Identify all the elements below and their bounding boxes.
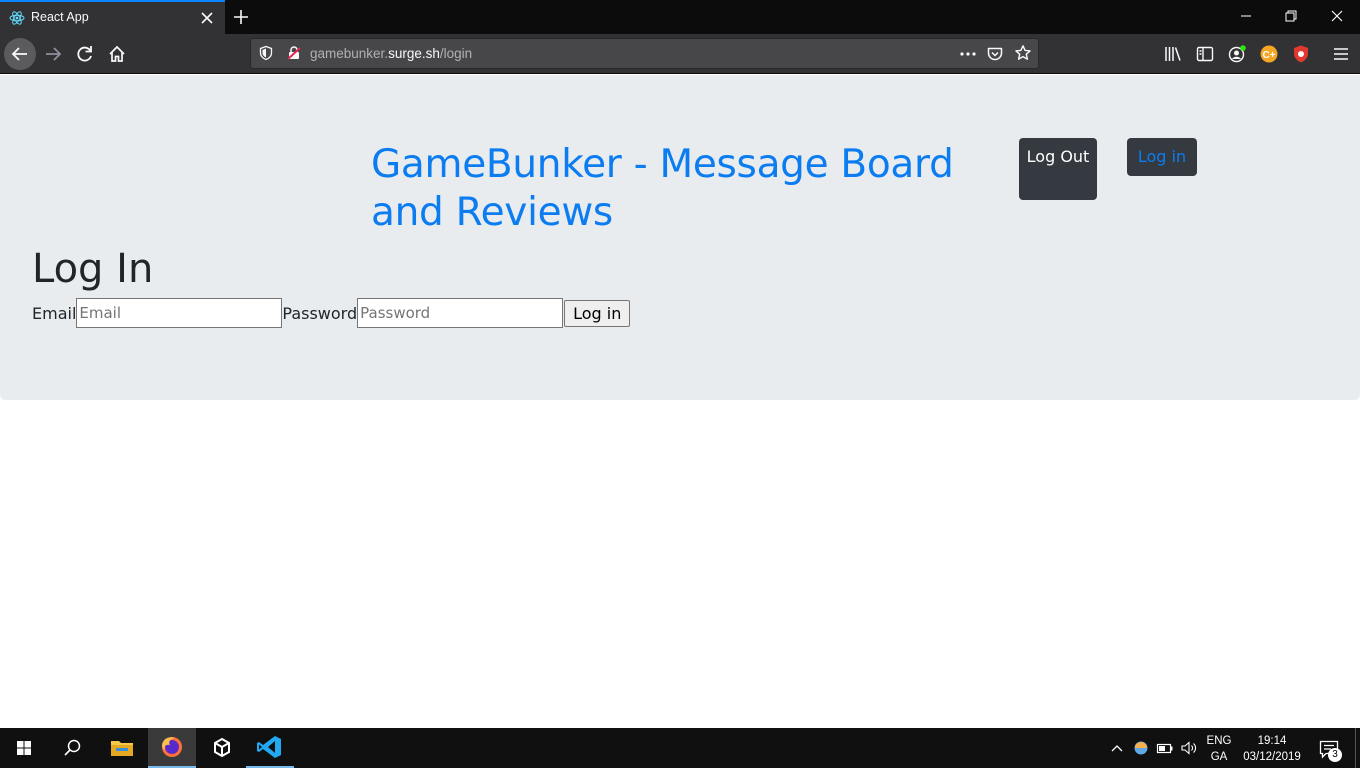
- svg-text:C+: C+: [1262, 50, 1275, 61]
- start-button[interactable]: [0, 728, 48, 768]
- page-actions-icon[interactable]: [958, 45, 978, 63]
- restore-icon[interactable]: [1281, 6, 1301, 26]
- keyboard-layout-code: GA: [1210, 751, 1228, 763]
- weather-globe-icon[interactable]: [1131, 738, 1151, 758]
- privacy-badger-icon[interactable]: [1291, 44, 1311, 64]
- unity-taskbar-button[interactable]: [198, 728, 246, 768]
- reload-button[interactable]: [70, 39, 100, 69]
- hamburger-menu-icon[interactable]: [1331, 44, 1351, 64]
- login-submit-button[interactable]: Log in: [564, 299, 631, 327]
- home-button[interactable]: [102, 39, 132, 69]
- browser-tab-active[interactable]: React App: [0, 0, 225, 34]
- bookmark-star-icon[interactable]: [1014, 44, 1032, 62]
- new-tab-icon[interactable]: [231, 7, 251, 27]
- vscode-icon: [257, 736, 281, 758]
- sidebar-icon[interactable]: [1195, 44, 1215, 64]
- language-code: ENG: [1206, 735, 1232, 747]
- close-tab-icon[interactable]: [198, 9, 216, 27]
- chevron-up-icon[interactable]: [1107, 738, 1127, 758]
- react-icon: [9, 11, 25, 25]
- arrow-right-icon: [46, 47, 62, 61]
- file-explorer-button[interactable]: [98, 728, 146, 768]
- account-icon[interactable]: [1227, 44, 1247, 64]
- clock-date: 03/12/2019: [1243, 751, 1301, 763]
- search-button[interactable]: [48, 728, 96, 768]
- window-close-icon[interactable]: [1327, 6, 1347, 26]
- back-button[interactable]: [4, 38, 36, 70]
- page-title: Log In: [32, 246, 154, 292]
- site-title-link[interactable]: GameBunker - Message Board and Reviews: [371, 141, 1011, 237]
- search-icon: [64, 739, 81, 756]
- volume-icon[interactable]: [1179, 738, 1199, 758]
- arrow-left-icon: [11, 47, 27, 61]
- password-label: Password: [282, 303, 358, 323]
- clock[interactable]: 19:14 03/12/2019: [1236, 733, 1308, 765]
- home-icon: [109, 45, 125, 62]
- email-field[interactable]: [76, 298, 283, 328]
- address-bar[interactable]: gamebunker.surge.sh/login: [250, 38, 1039, 69]
- browser-tab-bar: React App: [0, 0, 1360, 34]
- notification-count-badge: 3: [1328, 748, 1342, 762]
- login-nav-button[interactable]: Log in: [1127, 138, 1197, 176]
- windows-logo-icon: [17, 741, 31, 755]
- browser-toolbar: gamebunker.surge.sh/login C+: [0, 34, 1360, 74]
- insecure-lock-icon[interactable]: [286, 45, 302, 61]
- login-form: Email Password Log in: [32, 298, 631, 328]
- reload-icon: [77, 46, 92, 62]
- clock-time: 19:14: [1257, 735, 1287, 747]
- firefox-taskbar-button[interactable]: [148, 728, 196, 768]
- forward-button[interactable]: [38, 39, 68, 69]
- library-icon[interactable]: [1163, 44, 1183, 64]
- password-field[interactable]: [357, 298, 564, 328]
- page-header-panel: GameBunker - Message Board and Reviews L…: [0, 75, 1360, 400]
- url-domain: surge.sh: [388, 46, 440, 61]
- battery-icon[interactable]: [1155, 738, 1175, 758]
- tab-title: React App: [31, 10, 89, 24]
- logout-button[interactable]: Log Out: [1019, 138, 1097, 200]
- windows-taskbar: ENG GA 19:14 03/12/2019 3: [0, 728, 1360, 768]
- show-desktop-button[interactable]: [1355, 728, 1360, 768]
- input-language-indicator[interactable]: ENG GA: [1206, 733, 1232, 765]
- folder-icon: [111, 741, 133, 756]
- pocket-icon[interactable]: [986, 45, 1004, 63]
- firefox-icon: [162, 737, 182, 757]
- unity-icon: [214, 737, 230, 758]
- email-label: Email: [32, 303, 77, 323]
- url-text[interactable]: gamebunker.surge.sh/login: [310, 46, 472, 61]
- coupon-extension-icon[interactable]: C+: [1259, 44, 1279, 64]
- url-prefix: gamebunker.: [310, 46, 389, 61]
- tracking-shield-icon[interactable]: [258, 45, 274, 61]
- minimize-icon[interactable]: [1236, 6, 1256, 26]
- url-path: /login: [439, 46, 473, 61]
- vscode-taskbar-button[interactable]: [246, 728, 294, 768]
